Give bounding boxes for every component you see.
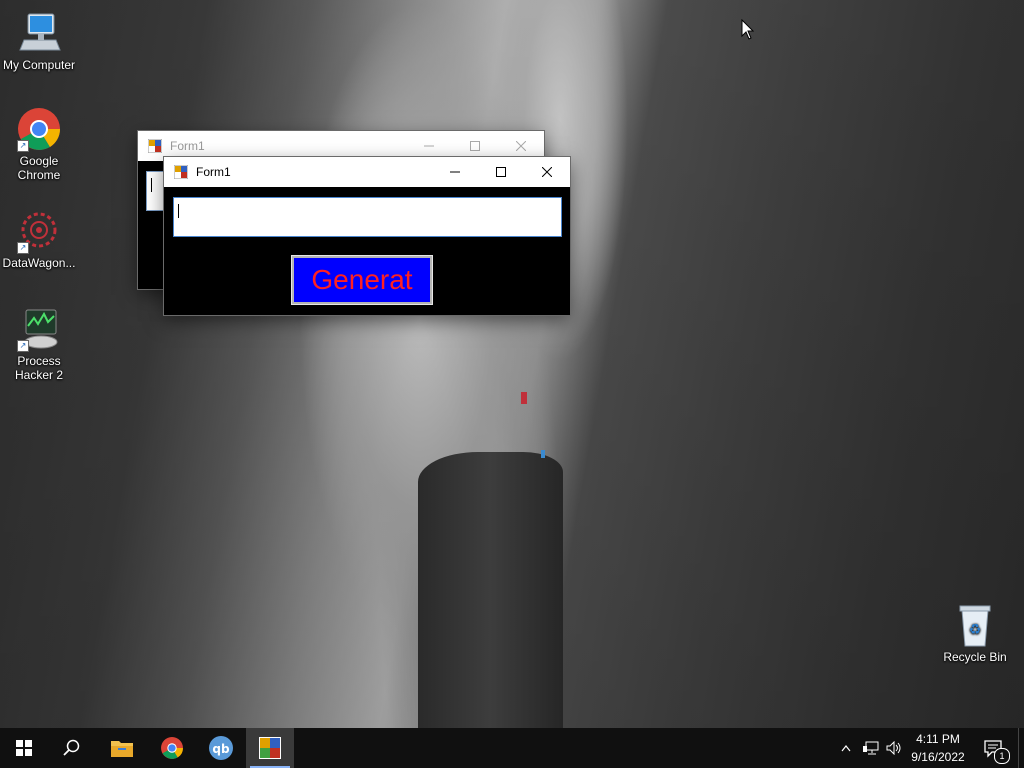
chrome-icon — [161, 737, 183, 759]
close-button[interactable] — [524, 157, 570, 187]
svg-text:♻: ♻ — [969, 622, 982, 638]
recycle-bin-icon: ♻ — [952, 602, 998, 648]
chevron-up-icon — [841, 745, 851, 752]
wallpaper-climber — [521, 392, 527, 404]
taskbar-qbittorrent[interactable]: qb — [197, 728, 245, 768]
desktop-icon-label: DataWagon... — [2, 256, 76, 270]
shortcut-arrow-icon: ↗ — [17, 340, 29, 352]
notification-count-badge: 1 — [994, 748, 1010, 764]
chrome-icon: ↗ — [16, 106, 62, 152]
search-icon — [63, 739, 80, 756]
datawagon-icon: ↗ — [16, 208, 62, 254]
taskbar-form-app[interactable] — [246, 728, 294, 768]
front-window-titlebar[interactable]: Form1 — [164, 157, 570, 187]
show-hidden-icons-button[interactable] — [836, 728, 856, 768]
speaker-icon — [886, 741, 901, 755]
clock-time: 4:11 PM — [916, 732, 960, 746]
search-button[interactable] — [48, 728, 96, 768]
show-desktop-button[interactable] — [1018, 728, 1024, 768]
front-form-window[interactable]: Form1 Generat — [164, 157, 570, 315]
form-app-icon — [259, 737, 281, 759]
window-title: Form1 — [170, 139, 205, 153]
maximize-icon — [496, 167, 506, 177]
network-tray-button[interactable] — [860, 728, 882, 768]
qbittorrent-icon: qb — [209, 736, 233, 760]
taskbar: qb 4:11 PM 9/16/2022 1 — [0, 728, 1024, 768]
desktop-icon-datawagon[interactable]: ↗ DataWagon... — [1, 208, 77, 270]
text-caret — [178, 204, 179, 218]
wallpaper-climber — [541, 450, 545, 458]
desktop-icon-label: Google Chrome — [17, 154, 61, 182]
maximize-button[interactable] — [478, 157, 524, 187]
window-title: Form1 — [196, 165, 231, 179]
app-icon — [173, 164, 189, 180]
computer-icon — [16, 10, 62, 56]
generate-button[interactable]: Generat — [291, 255, 433, 305]
desktop-icon-label: Recycle Bin — [943, 650, 1007, 664]
process-hacker-icon: ↗ — [16, 306, 62, 352]
clock-date: 9/16/2022 — [911, 750, 965, 764]
app-icon — [147, 138, 163, 154]
form-text-input[interactable] — [173, 197, 562, 237]
close-icon — [516, 141, 526, 151]
desktop-icon-process-hacker[interactable]: ↗ Process Hacker 2 — [1, 306, 77, 382]
mouse-cursor-icon — [741, 19, 755, 40]
desktop-icon-label: Process Hacker 2 — [14, 354, 64, 382]
minimize-icon — [424, 145, 434, 147]
minimize-icon — [450, 171, 460, 173]
action-center-button[interactable]: 1 — [978, 728, 1010, 768]
windows-logo-icon — [16, 740, 32, 756]
taskbar-clock[interactable]: 4:11 PM 9/16/2022 — [906, 730, 970, 766]
taskbar-chrome[interactable] — [148, 728, 196, 768]
desktop-icon-my-computer[interactable]: My Computer — [1, 10, 77, 72]
close-icon — [542, 167, 552, 177]
volume-tray-button[interactable] — [883, 728, 905, 768]
desktop-wallpaper — [0, 0, 1024, 728]
maximize-icon — [470, 141, 480, 151]
network-icon — [863, 741, 879, 755]
shortcut-arrow-icon: ↗ — [17, 140, 29, 152]
folder-icon — [111, 741, 133, 757]
desktop-icon-google-chrome[interactable]: ↗ Google Chrome — [1, 106, 77, 182]
start-button[interactable] — [0, 728, 48, 768]
wallpaper-rock — [418, 452, 563, 728]
shortcut-arrow-icon: ↗ — [17, 242, 29, 254]
text-caret — [151, 178, 152, 192]
minimize-button[interactable] — [432, 157, 478, 187]
svg-text:qb: qb — [212, 742, 230, 756]
taskbar-file-explorer[interactable] — [98, 728, 146, 768]
desktop-icon-recycle-bin[interactable]: ♻ Recycle Bin — [937, 602, 1013, 664]
desktop-icon-label: My Computer — [2, 58, 76, 72]
